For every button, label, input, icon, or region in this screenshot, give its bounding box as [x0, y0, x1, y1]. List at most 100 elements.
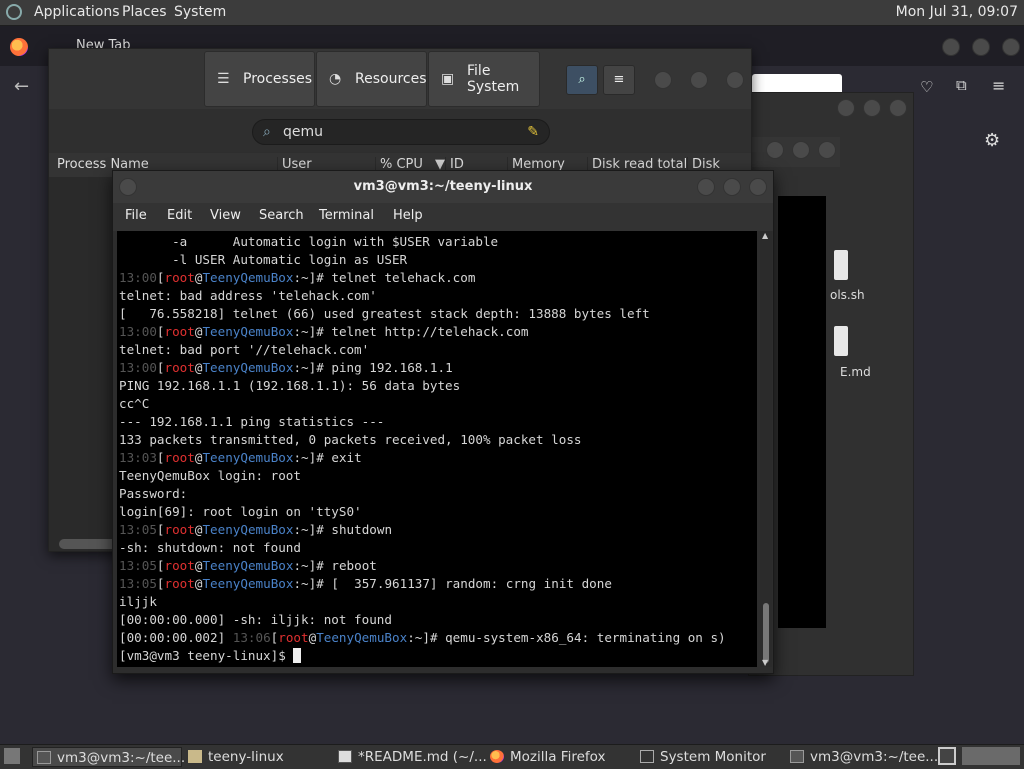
scroll-down-icon[interactable]: ▼	[762, 658, 768, 667]
gear-icon[interactable]: ⚙	[984, 130, 1000, 151]
terminal-prompt-line: 13:00[root@TeenyQemuBox:~]# telnet teleh…	[119, 270, 476, 285]
scroll-up-icon[interactable]: ▲	[762, 231, 768, 240]
menu-view[interactable]: View	[210, 208, 241, 223]
terminal-line: login[69]: root login on 'ttyS0'	[119, 504, 362, 519]
search-input[interactable]: ⌕ qemu ✎	[252, 119, 550, 145]
firefox-icon	[490, 750, 504, 763]
close-button[interactable]	[818, 141, 836, 159]
maximize-button[interactable]	[723, 178, 741, 196]
minimize-button[interactable]	[697, 178, 715, 196]
terminal-prompt-line: 13:05[root@TeenyQemuBox:~]# reboot	[119, 558, 377, 573]
terminal-line: -a Automatic login with $USER variable	[119, 234, 499, 249]
scrollbar-thumb[interactable]	[763, 603, 769, 663]
task-editor[interactable]: *README.md (~/...	[334, 747, 487, 767]
terminal-line: telnet: bad port '//telehack.com'	[119, 342, 370, 357]
files-subwindow-titlebar	[752, 137, 840, 167]
terminal-line: -l USER Automatic login as USER	[119, 252, 408, 267]
terminal-line: [00:00:00.000] -sh: iljjk: not found	[119, 612, 392, 627]
terminal-titlebar: vm3@vm3:~/teeny-linux	[113, 171, 773, 203]
files-preview-pane	[778, 196, 826, 628]
menu-button[interactable]: ≡	[603, 65, 635, 95]
tab-file-system[interactable]: ▣ File System	[428, 51, 540, 107]
terminal-line: Password:	[119, 486, 188, 501]
menu-terminal[interactable]: Terminal	[319, 208, 374, 223]
task-firefox[interactable]: Mozilla Firefox	[486, 747, 634, 767]
terminal-prompt-line: 13:00[root@TeenyQemuBox:~]# telnet http:…	[119, 324, 529, 339]
places-menu[interactable]: Places	[122, 4, 167, 20]
file-label[interactable]: ols.sh	[830, 288, 865, 302]
terminal-window: vm3@vm3:~/teeny-linux File Edit View Sea…	[112, 170, 774, 674]
terminal-line: --- 192.168.1.1 ping statistics ---	[119, 414, 385, 429]
minimize-button[interactable]	[654, 71, 672, 89]
gauge-icon: ◔	[329, 71, 342, 87]
firefox-icon	[10, 38, 28, 56]
terminal-menubar: File Edit View Search Terminal Help	[113, 203, 773, 231]
terminal-line: PING 192.168.1.1 (192.168.1.1): 56 data …	[119, 378, 461, 393]
terminal-line: [ 76.558218] telnet (66) used greatest s…	[119, 306, 650, 321]
horizontal-scrollbar[interactable]	[59, 539, 119, 549]
terminal-line: telnet: bad address 'telehack.com'	[119, 288, 377, 303]
clock[interactable]: Mon Jul 31, 09:07	[896, 4, 1018, 20]
terminal-prompt-line: 13:00[root@TeenyQemuBox:~]# ping 192.168…	[119, 360, 453, 375]
system-menu[interactable]: System	[174, 4, 226, 20]
top-panel: Applications Places System Mon Jul 31, 0…	[0, 0, 1024, 26]
minimize-button[interactable]	[766, 141, 784, 159]
workspace-switcher-icon[interactable]	[938, 747, 956, 765]
terminal-line: iljjk	[119, 594, 157, 609]
file-icon[interactable]	[834, 250, 848, 280]
menu-help[interactable]: Help	[393, 208, 423, 223]
terminal-icon	[37, 751, 51, 764]
terminal-prompt-line: [00:00:00.002] 13:06[root@TeenyQemuBox:~…	[119, 630, 726, 645]
clear-icon[interactable]: ✎	[527, 120, 539, 144]
terminal-line: 133 packets transmitted, 0 packets recei…	[119, 432, 582, 447]
maximize-button[interactable]	[690, 71, 708, 89]
back-arrow-icon[interactable]: ←	[14, 76, 29, 97]
close-button[interactable]	[889, 99, 907, 117]
terminal-output[interactable]: -a Automatic login with $USER variable -…	[117, 231, 757, 667]
menu-file[interactable]: File	[125, 208, 147, 223]
task-terminal-2[interactable]: vm3@vm3:~/tee...	[786, 747, 938, 767]
menu-search[interactable]: Search	[259, 208, 304, 223]
pocket-icon[interactable]: ♡	[920, 78, 933, 96]
close-button[interactable]	[749, 178, 767, 196]
editor-icon	[338, 750, 352, 763]
terminal-line: [vm3@vm3 teeny-linux]$	[119, 647, 302, 665]
menu-edit[interactable]: Edit	[167, 208, 192, 223]
terminal-icon	[790, 750, 804, 763]
system-monitor-headerbar: ☰ Processes ◔ Resources ▣ File System ⌕ ≡	[49, 49, 751, 110]
window-menu-button[interactable]	[119, 178, 137, 196]
minimize-button[interactable]	[942, 38, 960, 56]
search-bar: ⌕ qemu ✎	[49, 109, 751, 153]
workspace-switcher[interactable]	[962, 747, 1020, 765]
maximize-button[interactable]	[792, 141, 810, 159]
extensions-icon[interactable]: ⧉	[956, 76, 967, 94]
close-button[interactable]	[726, 71, 744, 89]
file-icon[interactable]	[834, 326, 848, 356]
disk-icon: ▣	[441, 71, 455, 87]
show-desktop-icon[interactable]	[4, 748, 20, 764]
terminal-line: cc^C	[119, 396, 150, 411]
minimize-button[interactable]	[837, 99, 855, 117]
task-system-monitor[interactable]: System Monitor	[636, 747, 784, 767]
text-cursor	[293, 648, 302, 663]
task-terminal[interactable]: vm3@vm3:~/tee...	[32, 747, 185, 767]
maximize-button[interactable]	[972, 38, 990, 56]
monitor-icon	[640, 750, 654, 763]
terminal-line: TeenyQemuBox login: root	[119, 468, 301, 483]
tab-processes[interactable]: ☰ Processes	[204, 51, 315, 107]
maximize-button[interactable]	[863, 99, 881, 117]
list-icon: ☰	[217, 71, 230, 87]
vertical-scrollbar[interactable]: ▲ ▼	[760, 231, 772, 667]
terminal-prompt-line: 13:03[root@TeenyQemuBox:~]# exit	[119, 450, 362, 465]
file-label[interactable]: E.md	[840, 365, 871, 379]
applications-menu[interactable]: Applications	[34, 4, 120, 20]
taskbar: vm3@vm3:~/tee... teeny-linux *README.md …	[0, 744, 1024, 769]
distro-logo-icon[interactable]	[6, 4, 22, 20]
close-button[interactable]	[1002, 38, 1020, 56]
search-toggle-button[interactable]: ⌕	[566, 65, 598, 95]
window-title: vm3@vm3:~/teeny-linux	[353, 179, 533, 194]
task-files[interactable]: teeny-linux	[184, 747, 332, 767]
hamburger-menu-icon[interactable]: ≡	[992, 76, 1005, 95]
folder-icon	[188, 750, 202, 763]
tab-resources[interactable]: ◔ Resources	[316, 51, 427, 107]
